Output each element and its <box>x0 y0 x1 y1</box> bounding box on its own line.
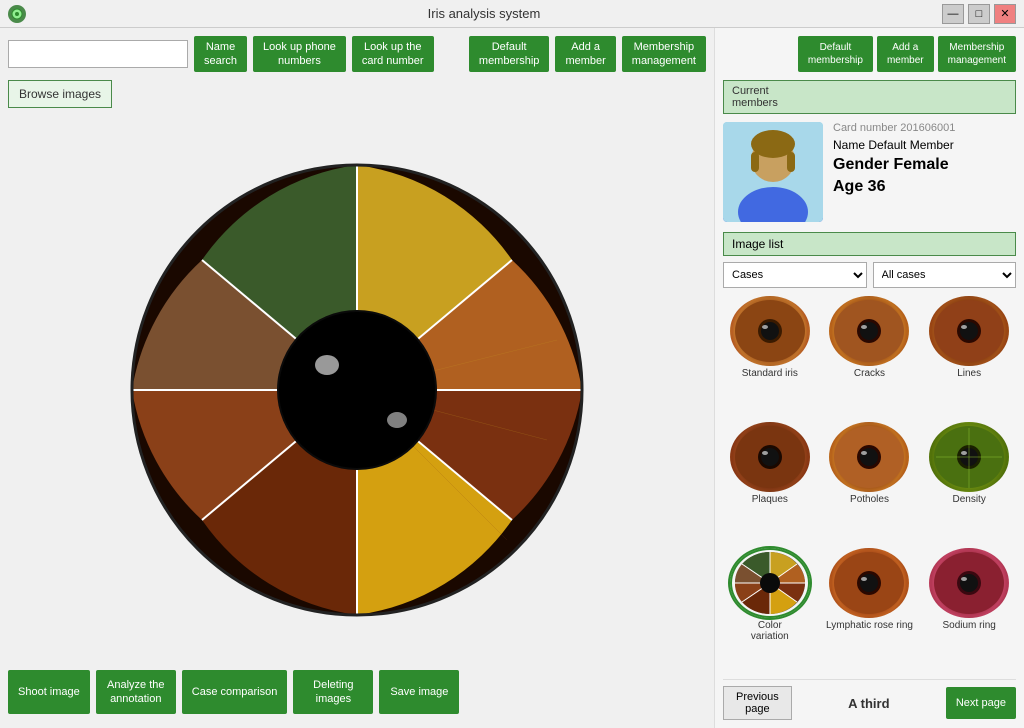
save-image-button[interactable]: Save image <box>379 670 459 714</box>
list-item[interactable]: Standard iris <box>723 296 817 416</box>
lookup-card-button[interactable]: Look up the card number <box>352 36 434 72</box>
current-members-badge: Current members <box>723 80 1016 114</box>
list-item[interactable]: Colorvariation <box>723 548 817 679</box>
bottom-navigation: Previous page A third Next page <box>723 679 1016 720</box>
analyze-annotation-button[interactable]: Analyze the annotation <box>96 670 176 714</box>
all-cases-filter-select[interactable]: All cases Cracks Lines Plaques Potholes … <box>873 262 1017 288</box>
list-item-label: Colorvariation <box>751 620 789 642</box>
member-details: Card number 201606001 Name Default Membe… <box>833 122 1016 222</box>
list-item-label: Potholes <box>850 494 889 505</box>
list-item[interactable]: Lymphatic rose ring <box>823 548 917 679</box>
app-icon <box>8 5 26 23</box>
minimize-button[interactable]: — <box>942 4 964 24</box>
add-member-right-button[interactable]: Add a member <box>877 36 934 72</box>
top-toolbar: Name search Look up phone numbers Look u… <box>8 36 706 72</box>
titlebar-left <box>8 5 26 23</box>
list-item-label: Plaques <box>752 494 788 505</box>
bottom-toolbar: Shoot image Analyze the annotation Case … <box>8 664 706 720</box>
default-membership-button[interactable]: Default membership <box>469 36 550 72</box>
list-item-label: Cracks <box>854 368 885 379</box>
member-avatar <box>723 122 823 222</box>
list-item[interactable]: Potholes <box>823 422 917 542</box>
list-item[interactable]: Cracks <box>823 296 917 416</box>
restore-button[interactable]: □ <box>968 4 990 24</box>
eye-thumbnail-standard <box>730 296 810 366</box>
eye-thumbnail-cracks <box>829 296 909 366</box>
eye-thumbnail-potholes <box>829 422 909 492</box>
titlebar: Iris analysis system — □ ✕ <box>0 0 1024 28</box>
eye-thumbnail-color <box>730 548 810 618</box>
cases-filter-select[interactable]: Cases <box>723 262 867 288</box>
next-page-button[interactable]: Next page <box>946 687 1016 719</box>
member-age: Age 36 <box>833 178 1016 196</box>
right-panel: Default membership Add a member Membersh… <box>714 28 1024 728</box>
window-controls: — □ ✕ <box>942 4 1016 24</box>
deleting-images-button[interactable]: Deleting images <box>293 670 373 714</box>
list-item[interactable]: Sodium ring <box>922 548 1016 679</box>
list-item[interactable]: Plaques <box>723 422 817 542</box>
eye-thumbnail-sodium <box>929 548 1009 618</box>
case-comparison-button[interactable]: Case comparison <box>182 670 288 714</box>
list-item[interactable]: Lines <box>922 296 1016 416</box>
list-item-label: Lymphatic rose ring <box>826 620 913 631</box>
eye-thumbnail-lines <box>929 296 1009 366</box>
add-member-button[interactable]: Add a member <box>555 36 615 72</box>
member-info-section: Card number 201606001 Name Default Membe… <box>723 122 1016 222</box>
card-number: Card number 201606001 <box>833 122 1016 134</box>
membership-management-button[interactable]: Membership management <box>622 36 706 72</box>
name-search-button[interactable]: Name search <box>194 36 247 72</box>
image-list-label: Image list <box>723 232 1016 256</box>
list-item-label: Density <box>952 494 985 505</box>
eye-thumbnail-lymphatic <box>829 548 909 618</box>
right-toolbar: Default membership Add a member Membersh… <box>723 36 1016 72</box>
eye-thumbnail-plaques <box>730 422 810 492</box>
window-title: Iris analysis system <box>26 6 942 21</box>
member-name: Name Default Member <box>833 138 1016 152</box>
list-item-label: Lines <box>957 368 981 379</box>
iris-container <box>8 116 706 664</box>
left-panel: Name search Look up phone numbers Look u… <box>0 28 714 728</box>
image-grid: Standard iris Cracks Lines Plaques <box>723 296 1016 679</box>
iris-image <box>127 160 587 620</box>
browse-images-button[interactable]: Browse images <box>8 80 112 108</box>
shoot-image-button[interactable]: Shoot image <box>8 670 90 714</box>
lookup-phone-button[interactable]: Look up phone numbers <box>253 36 346 72</box>
membership-mgmt-right-button[interactable]: Membership management <box>938 36 1016 72</box>
search-input[interactable] <box>8 40 188 68</box>
filter-row: Cases All cases Cracks Lines Plaques Pot… <box>723 262 1016 288</box>
list-item[interactable]: Density <box>922 422 1016 542</box>
default-membership-right-button[interactable]: Default membership <box>798 36 873 72</box>
list-item-label: Standard iris <box>742 368 798 379</box>
eye-thumbnail-density <box>929 422 1009 492</box>
close-button[interactable]: ✕ <box>994 4 1016 24</box>
member-gender: Gender Female <box>833 156 1016 174</box>
list-item-label: Sodium ring <box>942 620 995 631</box>
previous-page-button[interactable]: Previous page <box>723 686 792 720</box>
main-content: Name search Look up phone numbers Look u… <box>0 28 1024 728</box>
page-indicator: A third <box>848 696 889 711</box>
